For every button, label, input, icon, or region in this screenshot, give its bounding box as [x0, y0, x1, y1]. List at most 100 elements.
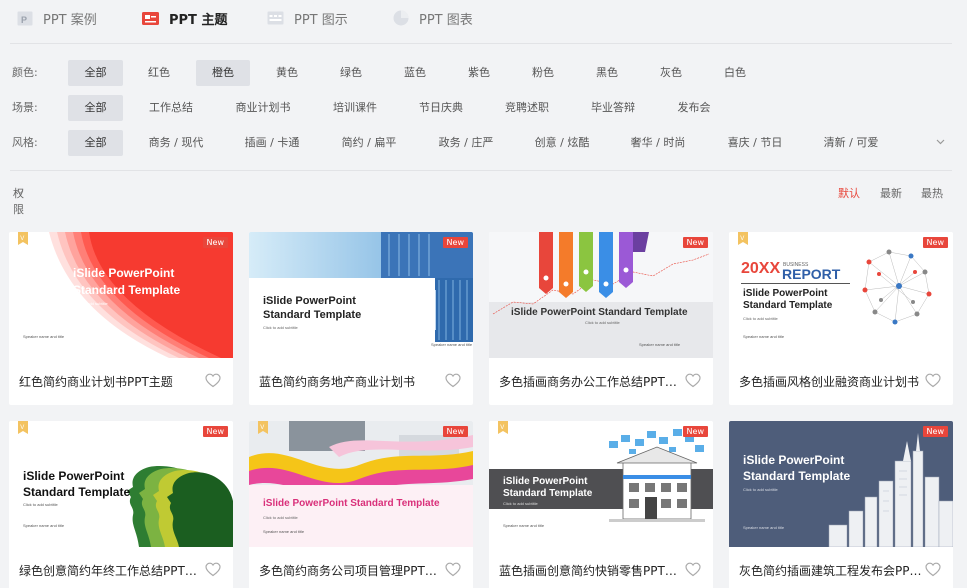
- thumbnail-meta: Speaker name and title: [639, 342, 681, 347]
- heart-icon[interactable]: [205, 373, 221, 388]
- vip-badge-icon: V: [18, 421, 28, 434]
- svg-text:P: P: [21, 15, 27, 25]
- template-thumbnail[interactable]: iSlide PowerPoint Standard Template Clic…: [249, 421, 473, 547]
- template-title[interactable]: 红色简约商业计划书PPT主题: [19, 373, 205, 390]
- template-thumbnail[interactable]: iSlide PowerPoint Standard Template Clic…: [489, 421, 713, 547]
- filter-scene-business-plan[interactable]: 商业计划书: [228, 95, 298, 121]
- heart-icon[interactable]: [685, 373, 701, 388]
- divider: [10, 170, 952, 171]
- template-card[interactable]: iSlide PowerPoint Standard Template Clic…: [9, 421, 233, 588]
- thumbnail-title: iSlide PowerPoint: [73, 266, 175, 280]
- template-card[interactable]: iSlide PowerPoint Standard Template Clic…: [249, 232, 473, 405]
- filter-scene-training[interactable]: 培训课件: [325, 95, 385, 121]
- heart-icon[interactable]: [445, 373, 461, 388]
- heart-icon[interactable]: [445, 562, 461, 577]
- template-title[interactable]: 绿色创意简约年终工作总结PPT主题: [19, 562, 205, 579]
- filter-color-all[interactable]: 全部: [68, 60, 123, 86]
- sort-default[interactable]: 默认: [838, 185, 860, 201]
- heart-icon[interactable]: [925, 373, 941, 388]
- tab-ppt-diagrams[interactable]: PPT 图示: [267, 0, 348, 36]
- thumbnail-title: iSlide PowerPoint Standard Template: [263, 498, 440, 509]
- svg-text:V: V: [20, 236, 24, 242]
- thumbnail-title: Standard Template: [743, 469, 851, 483]
- filter-row-style: 风格: 全部 商务 / 现代 插画 / 卡通 简约 / 扁平 政务 / 庄严 创…: [0, 130, 967, 156]
- sort-newest[interactable]: 最新: [880, 185, 902, 201]
- template-title[interactable]: 灰色简约插画建筑工程发布会PPT主题: [739, 562, 925, 579]
- template-title[interactable]: 蓝色插画创意简约快销零售PPT主题: [499, 562, 685, 579]
- tab-label: PPT 案例: [43, 12, 97, 28]
- filter-color-blue[interactable]: 蓝色: [392, 60, 438, 86]
- template-thumbnail[interactable]: 20XX BUSINESS REPORT iSlide PowerPoint S…: [729, 232, 953, 358]
- filter-style-business[interactable]: 商务 / 现代: [140, 130, 212, 156]
- template-title[interactable]: 多色简约商务公司项目管理PPT主题: [259, 562, 445, 579]
- template-card[interactable]: iSlide PowerPoint Standard Template Clic…: [249, 421, 473, 588]
- thumbnail-meta: Speaker name and title: [23, 523, 65, 528]
- template-card[interactable]: iSlide PowerPoint Standard Template Clic…: [489, 421, 713, 588]
- filter-style-government[interactable]: 政务 / 庄严: [430, 130, 502, 156]
- permission-dropdown[interactable]: 权限: [13, 185, 24, 216]
- filter-style-all[interactable]: 全部: [68, 130, 123, 156]
- tab-ppt-charts[interactable]: PPT 图表: [392, 0, 473, 36]
- filter-scene-all[interactable]: 全部: [68, 95, 123, 121]
- filter-scene-launch[interactable]: 发布会: [668, 95, 720, 121]
- filter-style-flat[interactable]: 简约 / 扁平: [333, 130, 405, 156]
- filter-style-creative[interactable]: 创意 / 炫酷: [526, 130, 598, 156]
- filter-style-festive[interactable]: 喜庆 / 节日: [719, 130, 791, 156]
- filter-color-white[interactable]: 白色: [712, 60, 758, 86]
- filter-scene-work-summary[interactable]: 工作总结: [140, 95, 202, 121]
- new-badge: New: [202, 237, 228, 248]
- new-badge: New: [682, 426, 708, 437]
- filter-style-fresh[interactable]: 清新 / 可爱: [815, 130, 887, 156]
- filter-color-pink[interactable]: 粉色: [520, 60, 566, 86]
- template-thumbnail[interactable]: iSlide PowerPoint Standard Template Clic…: [489, 232, 713, 358]
- vip-badge-icon: V: [18, 232, 28, 245]
- filter-scene-graduation[interactable]: 毕业答辩: [582, 95, 644, 121]
- template-card[interactable]: 20XX BUSINESS REPORT iSlide PowerPoint S…: [729, 232, 953, 405]
- filter-label: 风格:: [12, 136, 38, 149]
- heart-icon[interactable]: [685, 562, 701, 577]
- tab-label: PPT 图表: [419, 12, 473, 28]
- filter-color-red[interactable]: 红色: [136, 60, 182, 86]
- thumbnail-title: iSlide PowerPoint: [23, 469, 125, 483]
- filter-color-green[interactable]: 绿色: [328, 60, 374, 86]
- template-thumbnail[interactable]: iSlide PowerPoint Standard Template Clic…: [9, 232, 233, 358]
- svg-text:V: V: [500, 425, 504, 431]
- chevron-down-icon[interactable]: [936, 139, 945, 145]
- thumbnail-title: iSlide PowerPoint Standard Template: [511, 307, 688, 318]
- template-card[interactable]: iSlide PowerPoint Standard Template Clic…: [489, 232, 713, 405]
- sort-hottest[interactable]: 最热: [921, 185, 943, 201]
- heart-icon[interactable]: [205, 562, 221, 577]
- filter-color-purple[interactable]: 紫色: [456, 60, 502, 86]
- template-card[interactable]: iSlide PowerPoint Standard Template Clic…: [9, 232, 233, 405]
- thumbnail-graphic: [489, 232, 713, 358]
- filter-color-black[interactable]: 黑色: [584, 60, 630, 86]
- thumbnail-title: Standard Template: [503, 488, 593, 499]
- filter-color-orange[interactable]: 橙色: [196, 60, 250, 86]
- thumbnail-title: Standard Template: [263, 309, 362, 321]
- filter-style-luxury[interactable]: 奢华 / 时尚: [622, 130, 694, 156]
- filter-row-color: 颜色: 全部 红色 橙色 黄色 绿色 蓝色 紫色 粉色 黑色 灰色 白色: [0, 60, 967, 86]
- filter-scene-competition[interactable]: 竞聘述职: [496, 95, 558, 121]
- theme-icon: [142, 10, 159, 26]
- thumbnail-report: REPORT: [782, 266, 841, 282]
- filter-color-yellow[interactable]: 黄色: [264, 60, 310, 86]
- category-tabs: P PPT 案例 PPT 主题 PPT 图示 PPT 图表: [0, 0, 967, 36]
- template-thumbnail[interactable]: iSlide PowerPoint Standard Template Clic…: [9, 421, 233, 547]
- template-title[interactable]: 多色插画风格创业融资商业计划书: [739, 373, 925, 390]
- vip-badge-icon: V: [738, 232, 748, 245]
- tab-ppt-cases[interactable]: P PPT 案例: [16, 0, 97, 36]
- template-thumbnail[interactable]: iSlide PowerPoint Standard Template Clic…: [249, 232, 473, 358]
- heart-icon[interactable]: [925, 562, 941, 577]
- permission-label: 权限: [13, 187, 24, 216]
- new-badge: New: [442, 426, 468, 437]
- template-title[interactable]: 多色插画商务办公工作总结PPT主题: [499, 373, 685, 390]
- filter-style-cartoon[interactable]: 插画 / 卡通: [236, 130, 308, 156]
- template-card[interactable]: iSlide PowerPoint Standard Template Clic…: [729, 421, 953, 588]
- filter-scene-festival[interactable]: 节日庆典: [410, 95, 472, 121]
- tab-ppt-themes[interactable]: PPT 主题: [142, 0, 227, 36]
- filter-color-gray[interactable]: 灰色: [648, 60, 694, 86]
- template-thumbnail[interactable]: iSlide PowerPoint Standard Template Clic…: [729, 421, 953, 547]
- template-title[interactable]: 蓝色简约商务地产商业计划书: [259, 373, 445, 390]
- filter-label: 场景:: [12, 101, 38, 114]
- thumbnail-subtitle: Click to add subtitle: [743, 487, 778, 492]
